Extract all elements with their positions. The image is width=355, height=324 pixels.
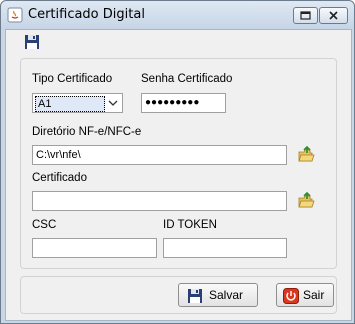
diretorio-field[interactable]: C:\vr\nfe\ [32,145,287,165]
dialog-content: Tipo Certificado A1 Senha Certificado ●●… [5,29,352,321]
floppy-save-icon [188,289,202,303]
tipo-certificado-label: Tipo Certificado [32,73,113,85]
sair-button[interactable]: Sair [276,283,334,307]
certificate-form-panel: Tipo Certificado A1 Senha Certificado ●●… [20,58,337,269]
close-icon [329,11,338,20]
csc-label: CSC [32,219,57,231]
tipo-certificado-value: A1 [35,96,105,112]
senha-certificado-field[interactable]: ●●●●●●●●● [141,93,226,113]
open-folder-icon[interactable] [296,145,316,165]
window-title: Certificado Digital [28,7,145,22]
diretorio-label: Diretório NF-e/NFC-e [32,126,142,138]
title-bar: Certificado Digital [1,1,354,29]
id-token-field[interactable] [163,238,287,258]
button-bar: Salvar Sair [20,276,337,314]
sair-label: Sair [303,288,325,302]
floppy-save-icon[interactable] [24,34,40,50]
dialog-window: Certificado Digital Tipo Certificado A1 [0,0,355,324]
chevron-down-icon [108,100,118,106]
senha-certificado-label: Senha Certificado [141,73,233,85]
certificado-field[interactable] [32,191,287,211]
open-folder-icon[interactable] [296,191,316,211]
close-button[interactable] [319,7,348,24]
csc-field[interactable] [32,238,157,258]
restore-button[interactable] [293,7,318,24]
java-app-icon [7,7,23,23]
salvar-button[interactable]: Salvar [178,283,258,307]
tipo-certificado-select[interactable]: A1 [32,93,123,113]
restore-icon [300,11,311,20]
certificado-label: Certificado [32,172,87,184]
id-token-label: ID TOKEN [163,219,217,231]
salvar-label: Salvar [209,288,244,302]
power-exit-icon [283,288,299,304]
